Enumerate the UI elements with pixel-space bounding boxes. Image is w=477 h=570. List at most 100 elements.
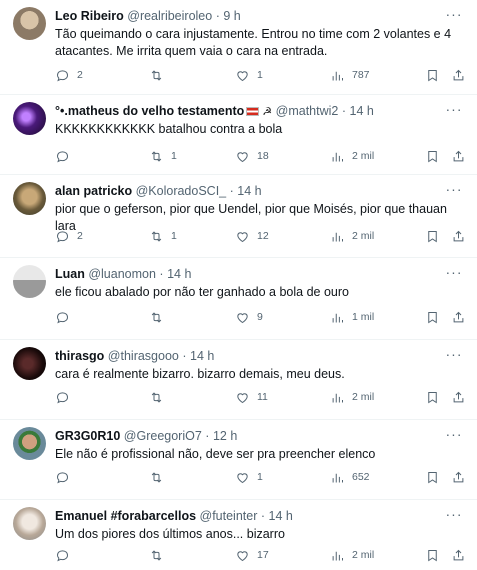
handle[interactable]: @realribeiroleo — [127, 9, 212, 23]
handle[interactable]: @KoloradoSCI_ — [136, 184, 227, 198]
bookmark-icon — [428, 549, 437, 561]
like-button[interactable]: 11 — [235, 388, 268, 406]
retweet-button[interactable] — [149, 388, 171, 406]
bookmark-button[interactable] — [425, 66, 440, 84]
heart-icon — [237, 231, 248, 242]
share-icon — [453, 311, 464, 322]
avatar[interactable] — [13, 182, 46, 215]
like-button[interactable]: 9 — [235, 308, 263, 326]
bookmark-icon — [428, 69, 437, 81]
more-options-icon[interactable]: ··· — [445, 181, 463, 197]
timestamp[interactable]: 14 h — [269, 509, 293, 523]
retweet-button[interactable]: 1 — [149, 147, 177, 165]
share-button[interactable] — [451, 468, 466, 486]
like-count: 17 — [257, 549, 269, 561]
share-icon — [453, 230, 464, 241]
hammer-sickle-icon: ☭ — [262, 106, 273, 118]
timestamp[interactable]: 12 h — [213, 429, 237, 443]
share-button[interactable] — [451, 388, 466, 406]
tweet[interactable]: alan patricko @KoloradoSCI_ · 14 h ··· p… — [0, 175, 477, 258]
more-options-icon[interactable]: ··· — [445, 346, 463, 362]
display-name[interactable]: alan patricko — [55, 184, 132, 198]
display-name[interactable]: GR3G0R10 — [55, 429, 120, 443]
reply-button[interactable]: 2 — [55, 227, 83, 245]
share-button[interactable] — [451, 227, 466, 245]
tweet[interactable]: °•.matheus do velho testamento ☭ @mathtwi… — [0, 95, 477, 175]
views-chart-icon — [332, 551, 343, 560]
reply-button[interactable] — [55, 388, 77, 406]
avatar[interactable] — [13, 347, 46, 380]
avatar[interactable] — [13, 427, 46, 460]
views-button[interactable]: 2 mil — [330, 227, 374, 245]
handle[interactable]: @futeinter — [200, 509, 258, 523]
handle[interactable]: @mathtwi2 — [276, 104, 339, 118]
more-options-icon[interactable]: ··· — [445, 506, 463, 522]
view-count: 2 mil — [352, 549, 375, 561]
views-button[interactable]: 652 — [330, 468, 370, 486]
avatar[interactable] — [13, 265, 46, 298]
timestamp[interactable]: 9 h — [223, 9, 240, 23]
tweet[interactable]: Emanuel #forabarcellos @futeinter · 14 h… — [0, 500, 477, 570]
share-button[interactable] — [451, 546, 466, 564]
bookmark-button[interactable] — [425, 227, 440, 245]
like-button[interactable]: 1 — [235, 66, 263, 84]
timestamp[interactable]: 14 h — [190, 349, 214, 363]
reply-button[interactable] — [55, 308, 77, 326]
more-options-icon[interactable]: ··· — [445, 6, 463, 22]
avatar[interactable] — [13, 7, 46, 40]
views-button[interactable]: 1 mil — [330, 308, 374, 326]
retweet-button[interactable] — [149, 308, 171, 326]
action-bar: 11 2 mil — [55, 388, 466, 406]
tweet[interactable]: GR3G0R10 @GreegoriO7 · 12 h ··· Ele não … — [0, 420, 477, 500]
reply-button[interactable] — [55, 147, 77, 165]
timestamp[interactable]: 14 h — [350, 104, 374, 118]
retweet-button[interactable] — [149, 468, 171, 486]
bookmark-button[interactable] — [425, 546, 440, 564]
share-button[interactable] — [451, 66, 466, 84]
views-button[interactable]: 787 — [330, 66, 370, 84]
heart-icon — [237, 550, 248, 561]
separator-dot: · — [341, 104, 347, 118]
like-button[interactable]: 17 — [235, 546, 269, 564]
share-button[interactable] — [451, 147, 466, 165]
display-name[interactable]: Leo Ribeiro — [55, 9, 124, 23]
reply-button[interactable]: 2 — [55, 66, 83, 84]
display-name[interactable]: Luan — [55, 267, 85, 281]
tweet[interactable]: Leo Ribeiro @realribeiroleo · 9 h ··· Tã… — [0, 0, 477, 95]
more-options-icon[interactable]: ··· — [445, 264, 463, 280]
more-options-icon[interactable]: ··· — [445, 426, 463, 442]
tweet[interactable]: Luan @luanomon · 14 h ··· ele ficou abal… — [0, 258, 477, 340]
bookmark-button[interactable] — [425, 308, 440, 326]
tweet-text: Ele não é profissional não, deve ser pra… — [55, 447, 376, 461]
display-name[interactable]: thirasgo — [55, 349, 104, 363]
reply-button[interactable] — [55, 468, 77, 486]
avatar[interactable] — [13, 102, 46, 135]
timestamp[interactable]: 14 h — [237, 184, 261, 198]
share-button[interactable] — [451, 308, 466, 326]
reply-icon — [56, 150, 69, 162]
share-icon — [453, 471, 464, 482]
handle[interactable]: @luanomon — [88, 267, 156, 281]
bookmark-button[interactable] — [425, 468, 440, 486]
retweet-button[interactable] — [149, 66, 171, 84]
display-name[interactable]: Emanuel #forabarcellos — [55, 509, 196, 523]
retweet-button[interactable]: 1 — [149, 227, 177, 245]
timestamp[interactable]: 14 h — [167, 267, 191, 281]
tweet[interactable]: thirasgo @thirasgooo · 14 h ··· cara é r… — [0, 340, 477, 420]
tweet-header: Emanuel #forabarcellos @futeinter · 14 h — [55, 508, 437, 524]
bookmark-button[interactable] — [425, 147, 440, 165]
views-button[interactable]: 2 mil — [330, 546, 374, 564]
retweet-button[interactable] — [149, 546, 171, 564]
handle[interactable]: @GreegoriO7 — [124, 429, 202, 443]
more-options-icon[interactable]: ··· — [445, 101, 463, 117]
handle[interactable]: @thirasgooo — [108, 349, 179, 363]
views-button[interactable]: 2 mil — [330, 147, 374, 165]
like-button[interactable]: 18 — [235, 147, 269, 165]
like-button[interactable]: 1 — [235, 468, 263, 486]
avatar[interactable] — [13, 507, 46, 540]
display-name[interactable]: °•.matheus do velho testamento — [55, 104, 244, 118]
views-button[interactable]: 2 mil — [330, 388, 374, 406]
bookmark-button[interactable] — [425, 388, 440, 406]
reply-button[interactable] — [55, 546, 77, 564]
like-button[interactable]: 12 — [235, 227, 269, 245]
